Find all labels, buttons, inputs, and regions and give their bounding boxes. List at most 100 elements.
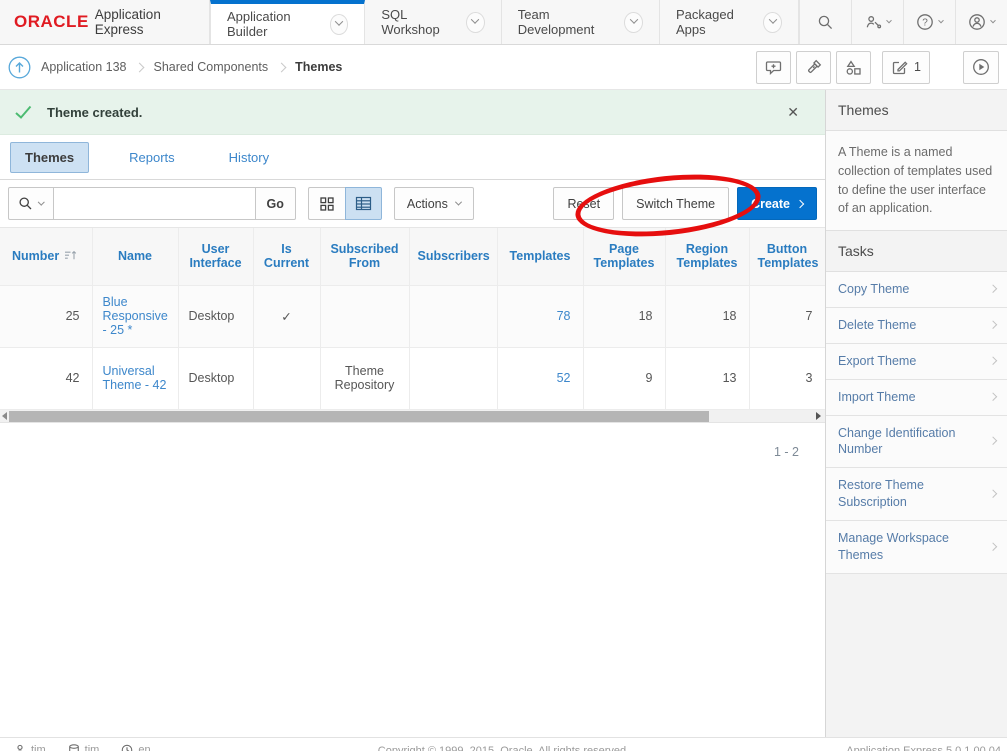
main-content: Theme created. ✕ Themes Reports History …: [0, 90, 825, 751]
column-header-number[interactable]: Number: [0, 228, 92, 285]
nav-tab-sql-workshop[interactable]: SQL Workshop: [365, 0, 501, 44]
edit-page-button[interactable]: 1: [882, 51, 930, 84]
svg-text:?: ?: [922, 17, 928, 28]
breadcrumb-current: Themes: [295, 60, 342, 74]
shapes-icon: [845, 59, 862, 76]
tab-history[interactable]: History: [215, 143, 283, 172]
chevron-right-icon: [989, 357, 997, 365]
task-export-theme[interactable]: Export Theme: [826, 344, 1007, 380]
actions-menu-button[interactable]: Actions: [394, 187, 474, 220]
nav-tab-packaged-apps[interactable]: Packaged Apps: [660, 0, 799, 44]
close-icon[interactable]: ✕: [787, 105, 799, 119]
templates-count-link[interactable]: 78: [557, 309, 571, 323]
cell-page-templates: 18: [583, 285, 665, 347]
cell-name: Blue Responsive - 25 *: [92, 285, 178, 347]
go-button[interactable]: Go: [256, 187, 296, 220]
cell-button-templates: 7: [749, 285, 825, 347]
user-menu-button[interactable]: [955, 0, 1007, 44]
chevron-down-icon[interactable]: [330, 14, 349, 35]
feedback-button[interactable]: [756, 51, 791, 84]
horizontal-scrollbar[interactable]: [0, 410, 825, 423]
templates-count-link[interactable]: 52: [557, 371, 571, 385]
task-copy-theme[interactable]: Copy Theme: [826, 272, 1007, 308]
cell-is-current: [253, 347, 320, 409]
cell-page-templates: 9: [583, 347, 665, 409]
administration-menu-button[interactable]: [851, 0, 903, 44]
column-header-subscribers[interactable]: Subscribers: [409, 228, 497, 285]
primary-buttons: Reset Switch Theme Create: [553, 187, 817, 220]
apex-themes-page: ORACLE Application Express Application B…: [0, 0, 1007, 751]
column-header-region-templates[interactable]: Region Templates: [665, 228, 749, 285]
column-header-is-current[interactable]: Is Current: [253, 228, 320, 285]
help-menu-button[interactable]: ?: [903, 0, 955, 44]
table-row: 42 Universal Theme - 42 Desktop Theme Re…: [0, 347, 825, 409]
chevron-right-icon: [135, 62, 145, 72]
cell-subscribed-from: Theme Repository: [320, 347, 409, 409]
search-icon: [18, 196, 33, 211]
create-button[interactable]: Create: [737, 187, 817, 220]
search-column-selector[interactable]: [8, 187, 54, 220]
chevron-right-icon: [796, 199, 804, 207]
chevron-right-icon: [989, 321, 997, 329]
column-header-button-templates[interactable]: Button Templates: [749, 228, 825, 285]
cell-number: 42: [0, 347, 92, 409]
cell-number: 25: [0, 285, 92, 347]
theme-link[interactable]: Blue Responsive - 25 *: [103, 295, 168, 337]
reset-button[interactable]: Reset: [553, 187, 614, 220]
task-manage-workspace-themes[interactable]: Manage Workspace Themes: [826, 521, 1007, 574]
tab-themes[interactable]: Themes: [10, 142, 89, 173]
run-application-button[interactable]: [963, 51, 999, 84]
theme-link[interactable]: Universal Theme - 42: [103, 364, 167, 392]
table-header-row: Number Name User Interface Is Current Su…: [0, 228, 825, 285]
run-app-icon: [972, 58, 990, 76]
theme-roller-button[interactable]: [796, 51, 831, 84]
column-header-subscribed-from[interactable]: Subscribed From: [320, 228, 409, 285]
nav-tab-application-builder[interactable]: Application Builder: [210, 0, 365, 44]
up-icon[interactable]: [8, 56, 31, 79]
breadcrumb-application[interactable]: Application 138: [41, 60, 126, 74]
tab-reports[interactable]: Reports: [115, 143, 189, 172]
report-view-button[interactable]: [345, 187, 382, 220]
grid-view-icon: [319, 196, 335, 212]
top-header: ORACLE Application Express Application B…: [0, 0, 1007, 45]
search-input[interactable]: [54, 187, 256, 220]
breadcrumb-shared-components[interactable]: Shared Components: [153, 60, 268, 74]
report-view-icon: [355, 196, 372, 211]
icon-view-button[interactable]: [308, 187, 345, 220]
column-header-name[interactable]: Name: [92, 228, 178, 285]
task-delete-theme[interactable]: Delete Theme: [826, 308, 1007, 344]
content-row: Theme created. ✕ Themes Reports History …: [0, 90, 1007, 751]
chevron-down-icon[interactable]: [763, 12, 782, 33]
chevron-right-icon: [989, 393, 997, 401]
cell-region-templates: 18: [665, 285, 749, 347]
task-change-identification-number[interactable]: Change Identification Number: [826, 416, 1007, 469]
chevron-down-icon[interactable]: [624, 12, 643, 33]
themes-report-table: Number Name User Interface Is Current Su…: [0, 228, 825, 410]
column-header-templates[interactable]: Templates: [497, 228, 583, 285]
scroll-right-arrow-icon[interactable]: [816, 412, 821, 420]
pagination-label: 1 - 2: [0, 423, 825, 459]
sidebar-about-text: A Theme is a named collection of templat…: [826, 131, 1007, 231]
cell-subscribed-from: [320, 285, 409, 347]
task-restore-theme-subscription[interactable]: Restore Theme Subscription: [826, 468, 1007, 521]
column-header-user-interface[interactable]: User Interface: [178, 228, 253, 285]
right-sidebar: Themes A Theme is a named collection of …: [825, 90, 1007, 751]
cell-templates: 78: [497, 285, 583, 347]
chevron-right-icon: [277, 62, 287, 72]
shared-components-button[interactable]: [836, 51, 871, 84]
scrollbar-thumb[interactable]: [9, 411, 709, 422]
comment-plus-icon: [765, 59, 782, 76]
sidebar-about-title: Themes: [826, 90, 1007, 131]
nav-tab-team-development[interactable]: Team Development: [502, 0, 660, 44]
success-message-text: Theme created.: [47, 105, 142, 120]
switch-theme-button[interactable]: Switch Theme: [622, 187, 729, 220]
scroll-left-arrow-icon[interactable]: [2, 412, 7, 420]
column-header-page-templates[interactable]: Page Templates: [583, 228, 665, 285]
view-toggle-group: [308, 187, 382, 220]
search-button[interactable]: [799, 0, 851, 44]
table-row: 25 Blue Responsive - 25 * Desktop ✓ 78 1…: [0, 285, 825, 347]
task-import-theme[interactable]: Import Theme: [826, 380, 1007, 416]
cell-button-templates: 3: [749, 347, 825, 409]
chevron-down-icon[interactable]: [466, 12, 485, 33]
chevron-down-icon: [938, 18, 944, 24]
